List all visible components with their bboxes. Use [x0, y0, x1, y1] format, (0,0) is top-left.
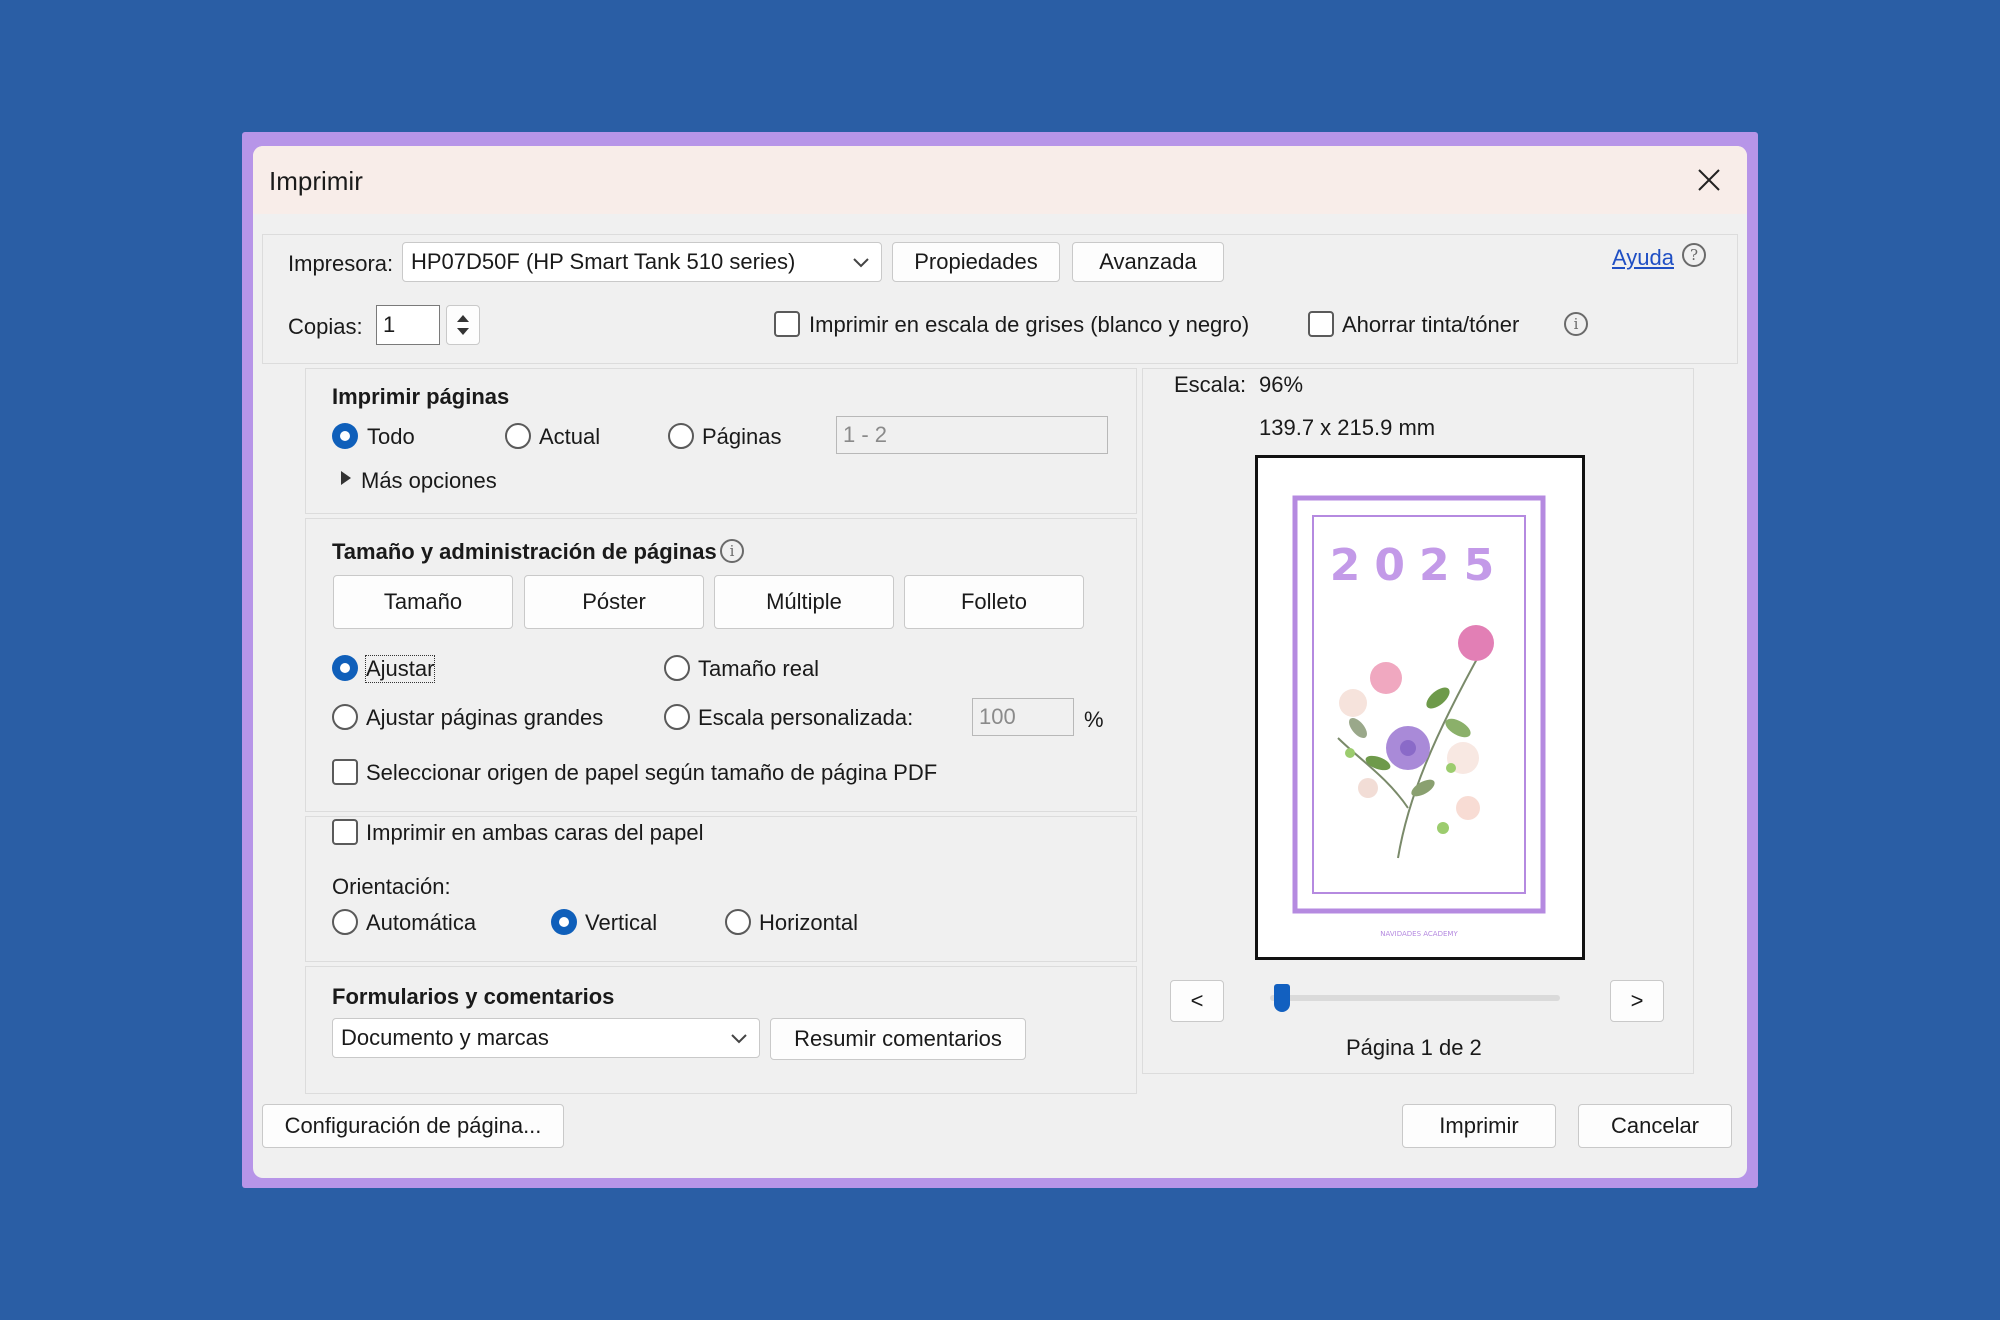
stepper-up-icon[interactable]	[456, 313, 470, 323]
tab-size-label: Tamaño	[383, 589, 463, 614]
scale-label: Escala:	[1174, 372, 1247, 397]
tab-multiple[interactable]: Múltiple	[714, 575, 894, 629]
page-setup-button[interactable]: Configuración de página...	[262, 1104, 564, 1148]
paper-source-label: Seleccionar origen de papel según tamaño…	[366, 760, 938, 785]
radio-fit-label: Ajustar	[364, 655, 436, 683]
grayscale-label: Imprimir en escala de grises (blanco y n…	[809, 312, 1250, 337]
expand-triangle-icon[interactable]	[340, 470, 352, 486]
duplex-checkbox[interactable]	[332, 819, 358, 845]
page-status: Página 1 de 2	[1346, 1035, 1482, 1060]
pages-range-input[interactable]: 1 - 2	[836, 416, 1108, 454]
info-icon[interactable]: i	[1564, 312, 1588, 336]
copies-label: Copias:	[288, 314, 363, 339]
paper-dimensions: 139.7 x 215.9 mm	[1259, 415, 1436, 440]
chevron-down-icon	[853, 258, 869, 268]
radio-orientation-auto-label: Automática	[366, 910, 477, 935]
radio-orientation-auto[interactable]	[332, 909, 358, 935]
radio-current-label: Actual	[539, 424, 601, 449]
title-bar: Imprimir	[253, 146, 1747, 214]
size-info-icon[interactable]: i	[720, 539, 744, 563]
prev-page-button[interactable]: <	[1170, 980, 1224, 1022]
radio-custom-scale-label: Escala personalizada:	[698, 705, 914, 730]
radio-actual-size-label: Tamaño real	[698, 656, 820, 681]
help-link[interactable]: Ayuda	[1612, 245, 1674, 271]
print-button[interactable]: Imprimir	[1402, 1104, 1556, 1148]
custom-scale-input[interactable]: 100	[972, 698, 1074, 736]
forms-select-value: Documento y marcas	[341, 1025, 549, 1050]
page-preview-year: 2025	[1330, 540, 1508, 591]
radio-all[interactable]	[332, 423, 358, 449]
radio-orientation-landscape[interactable]	[725, 909, 751, 935]
save-ink-label: Ahorrar tinta/tóner	[1342, 312, 1520, 337]
radio-orientation-portrait[interactable]	[551, 909, 577, 935]
orientation-label: Orientación:	[332, 874, 451, 899]
tab-poster[interactable]: Póster	[524, 575, 704, 629]
printer-select[interactable]: HP07D50F (HP Smart Tank 510 series)	[402, 242, 882, 282]
save-ink-checkbox[interactable]	[1308, 311, 1334, 337]
radio-pages-label: Páginas	[702, 424, 782, 449]
radio-pages[interactable]	[668, 423, 694, 449]
copies-stepper[interactable]	[446, 305, 480, 345]
page-preview-image: 2025 NAVIDADES ACADEMY	[1292, 495, 1546, 938]
radio-actual-size[interactable]	[664, 655, 690, 681]
radio-custom-scale[interactable]	[664, 704, 690, 730]
stepper-down-icon[interactable]	[456, 327, 470, 337]
more-options-toggle[interactable]: Más opciones	[361, 468, 497, 494]
radio-current[interactable]	[505, 423, 531, 449]
tab-multiple-label: Múltiple	[766, 589, 842, 614]
printer-select-value: HP07D50F (HP Smart Tank 510 series)	[411, 249, 796, 274]
close-icon	[1698, 169, 1720, 191]
next-page-button[interactable]: >	[1610, 980, 1664, 1022]
help-icon[interactable]: ?	[1682, 243, 1706, 267]
chevron-down-icon	[731, 1034, 747, 1044]
tab-booklet-label: Folleto	[960, 589, 1028, 614]
tab-size[interactable]: Tamaño	[333, 575, 513, 629]
size-heading: Tamaño y administración de páginas	[332, 539, 717, 564]
copies-input[interactable]: 1	[376, 305, 440, 345]
page-slider-thumb[interactable]	[1274, 984, 1290, 1012]
radio-all-label: Todo	[367, 424, 415, 449]
advanced-button[interactable]: Avanzada	[1072, 242, 1224, 282]
dialog-title: Imprimir	[269, 166, 363, 196]
tab-booklet[interactable]: Folleto	[904, 575, 1084, 629]
page-preview: 2025 NAVIDADES ACADEMY	[1255, 455, 1585, 960]
radio-shrink-large-label: Ajustar páginas grandes	[366, 705, 604, 730]
close-button[interactable]	[1689, 160, 1729, 200]
radio-shrink-large[interactable]	[332, 704, 358, 730]
summarize-comments-button[interactable]: Resumir comentarios	[770, 1018, 1026, 1060]
tab-poster-label: Póster	[582, 589, 646, 614]
radio-orientation-portrait-label: Vertical	[585, 910, 658, 935]
page-preview-footer: NAVIDADES ACADEMY	[1380, 930, 1458, 938]
properties-button[interactable]: Propiedades	[892, 242, 1060, 282]
grayscale-checkbox[interactable]	[774, 311, 800, 337]
radio-fit[interactable]	[332, 655, 358, 681]
page-slider-track[interactable]	[1270, 995, 1560, 1001]
paper-source-checkbox[interactable]	[332, 759, 358, 785]
print-pages-heading: Imprimir páginas	[332, 384, 510, 409]
forms-select[interactable]: Documento y marcas	[332, 1018, 760, 1058]
percent-label: %	[1084, 707, 1104, 732]
duplex-label: Imprimir en ambas caras del papel	[366, 820, 704, 845]
forms-heading: Formularios y comentarios	[332, 984, 615, 1009]
printer-label: Impresora:	[288, 251, 394, 276]
radio-orientation-landscape-label: Horizontal	[759, 910, 859, 935]
scale-value: 96%	[1259, 372, 1304, 397]
cancel-button[interactable]: Cancelar	[1578, 1104, 1732, 1148]
